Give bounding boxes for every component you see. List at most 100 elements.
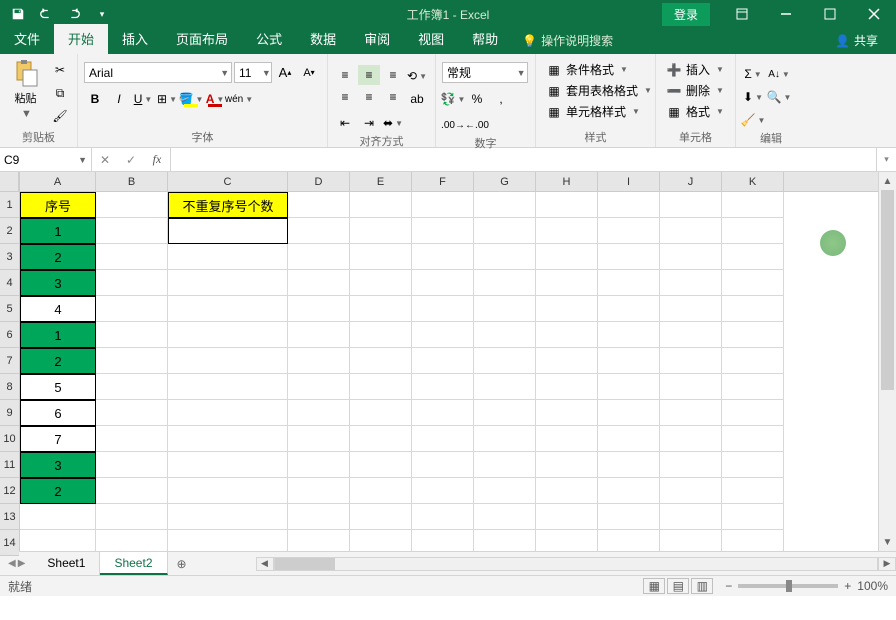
column-header-D[interactable]: D xyxy=(288,172,350,191)
cell-G1[interactable] xyxy=(474,192,536,218)
align-left-icon[interactable]: ≡ xyxy=(334,87,356,107)
row-header-6[interactable]: 6 xyxy=(0,322,19,348)
cell-H2[interactable] xyxy=(536,218,598,244)
cell-E9[interactable] xyxy=(350,400,412,426)
cell-F6[interactable] xyxy=(412,322,474,348)
cell-C1[interactable]: 不重复序号个数 xyxy=(168,192,288,218)
row-header-10[interactable]: 10 xyxy=(0,426,19,452)
cell-H10[interactable] xyxy=(536,426,598,452)
format-painter-icon[interactable]: 🖌 xyxy=(49,106,71,126)
cell-J9[interactable] xyxy=(660,400,722,426)
zoom-in-icon[interactable]: + xyxy=(844,579,851,593)
cell-F1[interactable] xyxy=(412,192,474,218)
increase-decimal-icon[interactable]: .00→ xyxy=(442,115,464,135)
cell-D13[interactable] xyxy=(288,504,350,530)
find-select-icon[interactable]: 🔍▼ xyxy=(768,87,790,107)
cell-C14[interactable] xyxy=(168,530,288,551)
cell-J8[interactable] xyxy=(660,374,722,400)
accounting-icon[interactable]: 💱▼ xyxy=(442,89,464,109)
cell-E2[interactable] xyxy=(350,218,412,244)
cell-B2[interactable] xyxy=(96,218,168,244)
column-header-F[interactable]: F xyxy=(412,172,474,191)
align-bottom-icon[interactable]: ≡ xyxy=(382,65,404,85)
cell-H1[interactable] xyxy=(536,192,598,218)
column-header-C[interactable]: C xyxy=(168,172,288,191)
scroll-thumb[interactable] xyxy=(881,190,894,390)
tab-data[interactable]: 数据 xyxy=(296,24,350,54)
row-header-3[interactable]: 3 xyxy=(0,244,19,270)
cell-H6[interactable] xyxy=(536,322,598,348)
cell-C9[interactable] xyxy=(168,400,288,426)
cell-K1[interactable] xyxy=(722,192,784,218)
cell-J7[interactable] xyxy=(660,348,722,374)
column-header-G[interactable]: G xyxy=(474,172,536,191)
cell-K12[interactable] xyxy=(722,478,784,504)
cell-B4[interactable] xyxy=(96,270,168,296)
scroll-right-icon[interactable]: ▶ xyxy=(878,557,896,571)
cell-K13[interactable] xyxy=(722,504,784,530)
cell-A8[interactable]: 5 xyxy=(20,374,96,400)
share-button[interactable]: 👤共享 xyxy=(827,27,886,54)
cell-K8[interactable] xyxy=(722,374,784,400)
cell-F4[interactable] xyxy=(412,270,474,296)
cell-B10[interactable] xyxy=(96,426,168,452)
cell-D6[interactable] xyxy=(288,322,350,348)
cell-E1[interactable] xyxy=(350,192,412,218)
cell-H12[interactable] xyxy=(536,478,598,504)
decrease-decimal-icon[interactable]: ←.00 xyxy=(466,115,488,135)
cell-I11[interactable] xyxy=(598,452,660,478)
cell-B13[interactable] xyxy=(96,504,168,530)
cell-E7[interactable] xyxy=(350,348,412,374)
cell-E3[interactable] xyxy=(350,244,412,270)
login-button[interactable]: 登录 xyxy=(662,3,710,26)
cell-K3[interactable] xyxy=(722,244,784,270)
name-box[interactable]: ▼ xyxy=(0,148,92,171)
cell-D8[interactable] xyxy=(288,374,350,400)
cell-F10[interactable] xyxy=(412,426,474,452)
cell-J3[interactable] xyxy=(660,244,722,270)
row-header-5[interactable]: 5 xyxy=(0,296,19,322)
delete-cells-button[interactable]: ➖删除▼ xyxy=(662,81,728,100)
cell-C8[interactable] xyxy=(168,374,288,400)
zoom-control[interactable]: − + 100% xyxy=(725,579,888,593)
sort-filter-icon[interactable]: A↓▼ xyxy=(768,64,790,84)
cell-I1[interactable] xyxy=(598,192,660,218)
cell-D11[interactable] xyxy=(288,452,350,478)
cell-H8[interactable] xyxy=(536,374,598,400)
row-header-14[interactable]: 14 xyxy=(0,530,19,556)
cell-J2[interactable] xyxy=(660,218,722,244)
align-right-icon[interactable]: ≡ xyxy=(382,87,404,107)
cell-I9[interactable] xyxy=(598,400,660,426)
table-format-button[interactable]: ▦套用表格格式▼ xyxy=(542,81,656,100)
qat-customize-icon[interactable]: ▾ xyxy=(90,3,114,25)
cell-B11[interactable] xyxy=(96,452,168,478)
cell-A1[interactable]: 序号 xyxy=(20,192,96,218)
cell-E6[interactable] xyxy=(350,322,412,348)
cell-C12[interactable] xyxy=(168,478,288,504)
cell-I5[interactable] xyxy=(598,296,660,322)
cell-G9[interactable] xyxy=(474,400,536,426)
percent-icon[interactable]: % xyxy=(466,89,488,109)
cell-H13[interactable] xyxy=(536,504,598,530)
cell-D9[interactable] xyxy=(288,400,350,426)
tab-file[interactable]: 文件 xyxy=(0,24,54,54)
maximize-icon[interactable] xyxy=(808,0,852,28)
cell-A6[interactable]: 1 xyxy=(20,322,96,348)
cell-B3[interactable] xyxy=(96,244,168,270)
cell-F5[interactable] xyxy=(412,296,474,322)
ribbon-options-icon[interactable] xyxy=(720,0,764,28)
column-header-A[interactable]: A xyxy=(20,172,96,191)
cell-E5[interactable] xyxy=(350,296,412,322)
cell-G7[interactable] xyxy=(474,348,536,374)
cell-D1[interactable] xyxy=(288,192,350,218)
italic-button[interactable]: I xyxy=(108,89,130,109)
cell-D7[interactable] xyxy=(288,348,350,374)
tell-me-search[interactable]: 💡操作说明搜索 xyxy=(512,27,623,54)
cell-C3[interactable] xyxy=(168,244,288,270)
scroll-down-icon[interactable]: ▼ xyxy=(879,533,896,551)
phonetic-button[interactable]: wén▼ xyxy=(228,89,250,109)
clear-icon[interactable]: 🧹▼ xyxy=(742,110,764,130)
font-name-combo[interactable]: ▼ xyxy=(84,62,232,83)
cell-G2[interactable] xyxy=(474,218,536,244)
cell-I10[interactable] xyxy=(598,426,660,452)
